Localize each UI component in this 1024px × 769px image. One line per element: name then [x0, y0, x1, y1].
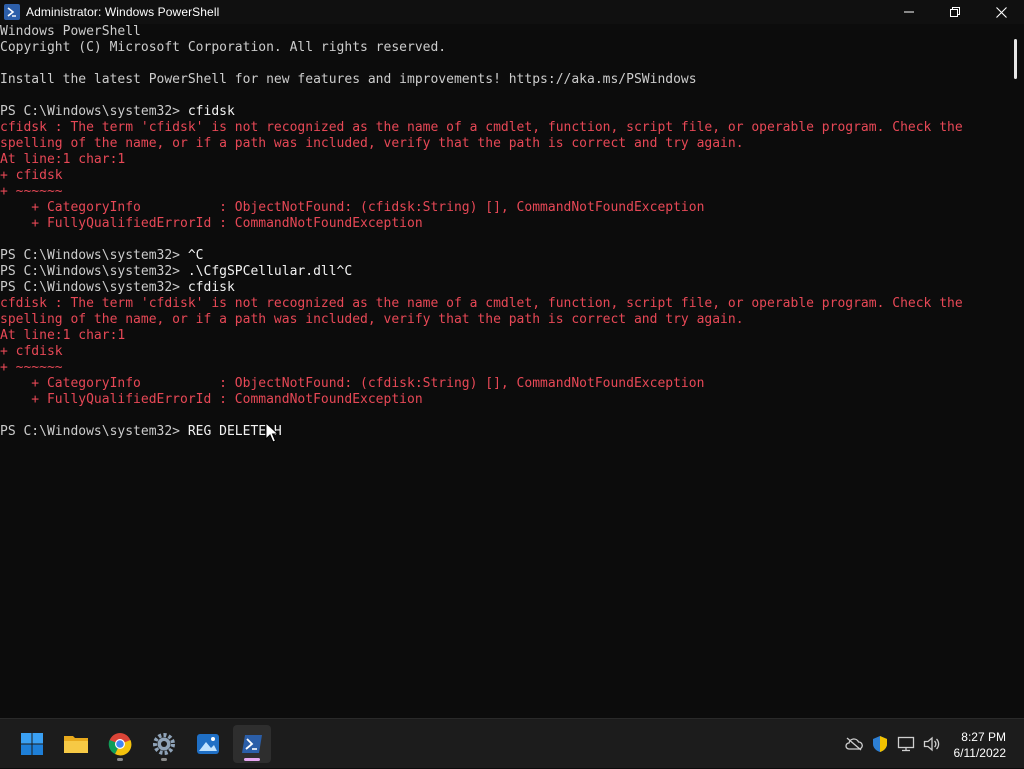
taskbar-clock[interactable]: 8:27 PM 6/11/2022 [954, 729, 1007, 761]
console-error-line: cfdisk : The term 'cfdisk' is not recogn… [0, 296, 963, 311]
network-icon[interactable] [895, 733, 917, 755]
chrome-icon [108, 733, 132, 756]
cloud-off-icon[interactable] [843, 733, 865, 755]
console-error-line: + cfdisk [0, 344, 63, 359]
console-error-line: At line:1 char:1 [0, 328, 126, 343]
console-output-line: Copyright (C) Microsoft Corporation. All… [0, 40, 447, 55]
taskbar-powershell[interactable] [233, 725, 271, 763]
command-text: ^C [187, 248, 204, 263]
command-text: .\CfgSPCellular.dll^C [187, 264, 353, 279]
console-output-line: Windows PowerShell [0, 24, 141, 39]
prompt: PS C:\Windows\system32> [0, 104, 188, 119]
taskbar-file-explorer[interactable] [57, 725, 95, 763]
folder-icon [64, 736, 88, 753]
console-output[interactable]: Windows PowerShell Copyright (C) Microsof… [0, 24, 1004, 718]
prompt: PS C:\Windows\system32> [0, 424, 188, 439]
gear-icon [153, 733, 175, 755]
close-icon [995, 6, 1007, 18]
restore-button[interactable] [932, 0, 978, 24]
mouse-cursor-icon [265, 422, 279, 443]
security-shield-icon[interactable] [869, 733, 891, 755]
windows-start-icon [21, 733, 43, 755]
volume-icon[interactable] [921, 733, 943, 755]
active-indicator [244, 758, 260, 761]
console-error-line: spelling of the name, or if a path was i… [0, 136, 744, 151]
command-text: cfidsk [187, 104, 235, 119]
console-error-line: cfidsk : The term 'cfidsk' is not recogn… [0, 120, 963, 135]
console-error-line: At line:1 char:1 [0, 152, 126, 167]
console-output-line: Install the latest PowerShell for new fe… [0, 72, 697, 87]
console-error-line: spelling of the name, or if a path was i… [0, 312, 744, 327]
console-error-line: + CategoryInfo : ObjectNotFound: (cfidsk… [0, 200, 705, 215]
start-button[interactable] [13, 725, 51, 763]
restore-icon [950, 7, 960, 17]
console-error-line: + FullyQualifiedErrorId : CommandNotFoun… [0, 392, 423, 407]
powershell-icon [242, 735, 262, 753]
console-prompt-line: PS C:\Windows\system32> .\CfgSPCellular.… [0, 264, 1004, 280]
minimize-icon [904, 11, 914, 13]
command-text: cfdisk [187, 280, 235, 295]
window-title: Administrator: Windows PowerShell [26, 5, 220, 19]
clock-date: 6/11/2022 [953, 746, 1007, 760]
taskbar-chrome[interactable] [101, 725, 139, 763]
prompt: PS C:\Windows\system32> [0, 248, 188, 263]
minimize-button[interactable] [886, 0, 932, 24]
console-prompt-line: PS C:\Windows\system32> cfdisk [0, 280, 1004, 296]
prompt: PS C:\Windows\system32> [0, 264, 188, 279]
powershell-icon [4, 4, 20, 20]
console-error-line: + CategoryInfo : ObjectNotFound: (cfdisk… [0, 376, 705, 391]
close-button[interactable] [978, 0, 1024, 24]
running-indicator [161, 758, 167, 761]
running-indicator [117, 758, 123, 761]
title-bar[interactable]: Administrator: Windows PowerShell [0, 0, 1024, 24]
console-prompt-line: PS C:\Windows\system32> ^C [0, 248, 1004, 264]
taskbar-photos[interactable] [189, 725, 227, 763]
console-error-line: + cfidsk [0, 168, 63, 183]
taskbar: 8:27 PM 6/11/2022 [0, 718, 1024, 768]
console-error-line: + ~~~~~~ [0, 184, 63, 199]
clock-time: 8:27 PM [961, 730, 1006, 744]
console-error-line: + FullyQualifiedErrorId : CommandNotFoun… [0, 216, 423, 231]
console-prompt-line: PS C:\Windows\system32> cfidsk [0, 104, 1004, 120]
scrollbar-thumb[interactable] [1014, 39, 1017, 79]
prompt: PS C:\Windows\system32> [0, 280, 188, 295]
photos-icon [197, 734, 219, 754]
console-error-line: + ~~~~~~ [0, 360, 63, 375]
taskbar-settings[interactable] [145, 725, 183, 763]
console-prompt-line: PS C:\Windows\system32> REG DELETE H [0, 424, 1004, 440]
vertical-scrollbar[interactable] [1004, 24, 1024, 718]
